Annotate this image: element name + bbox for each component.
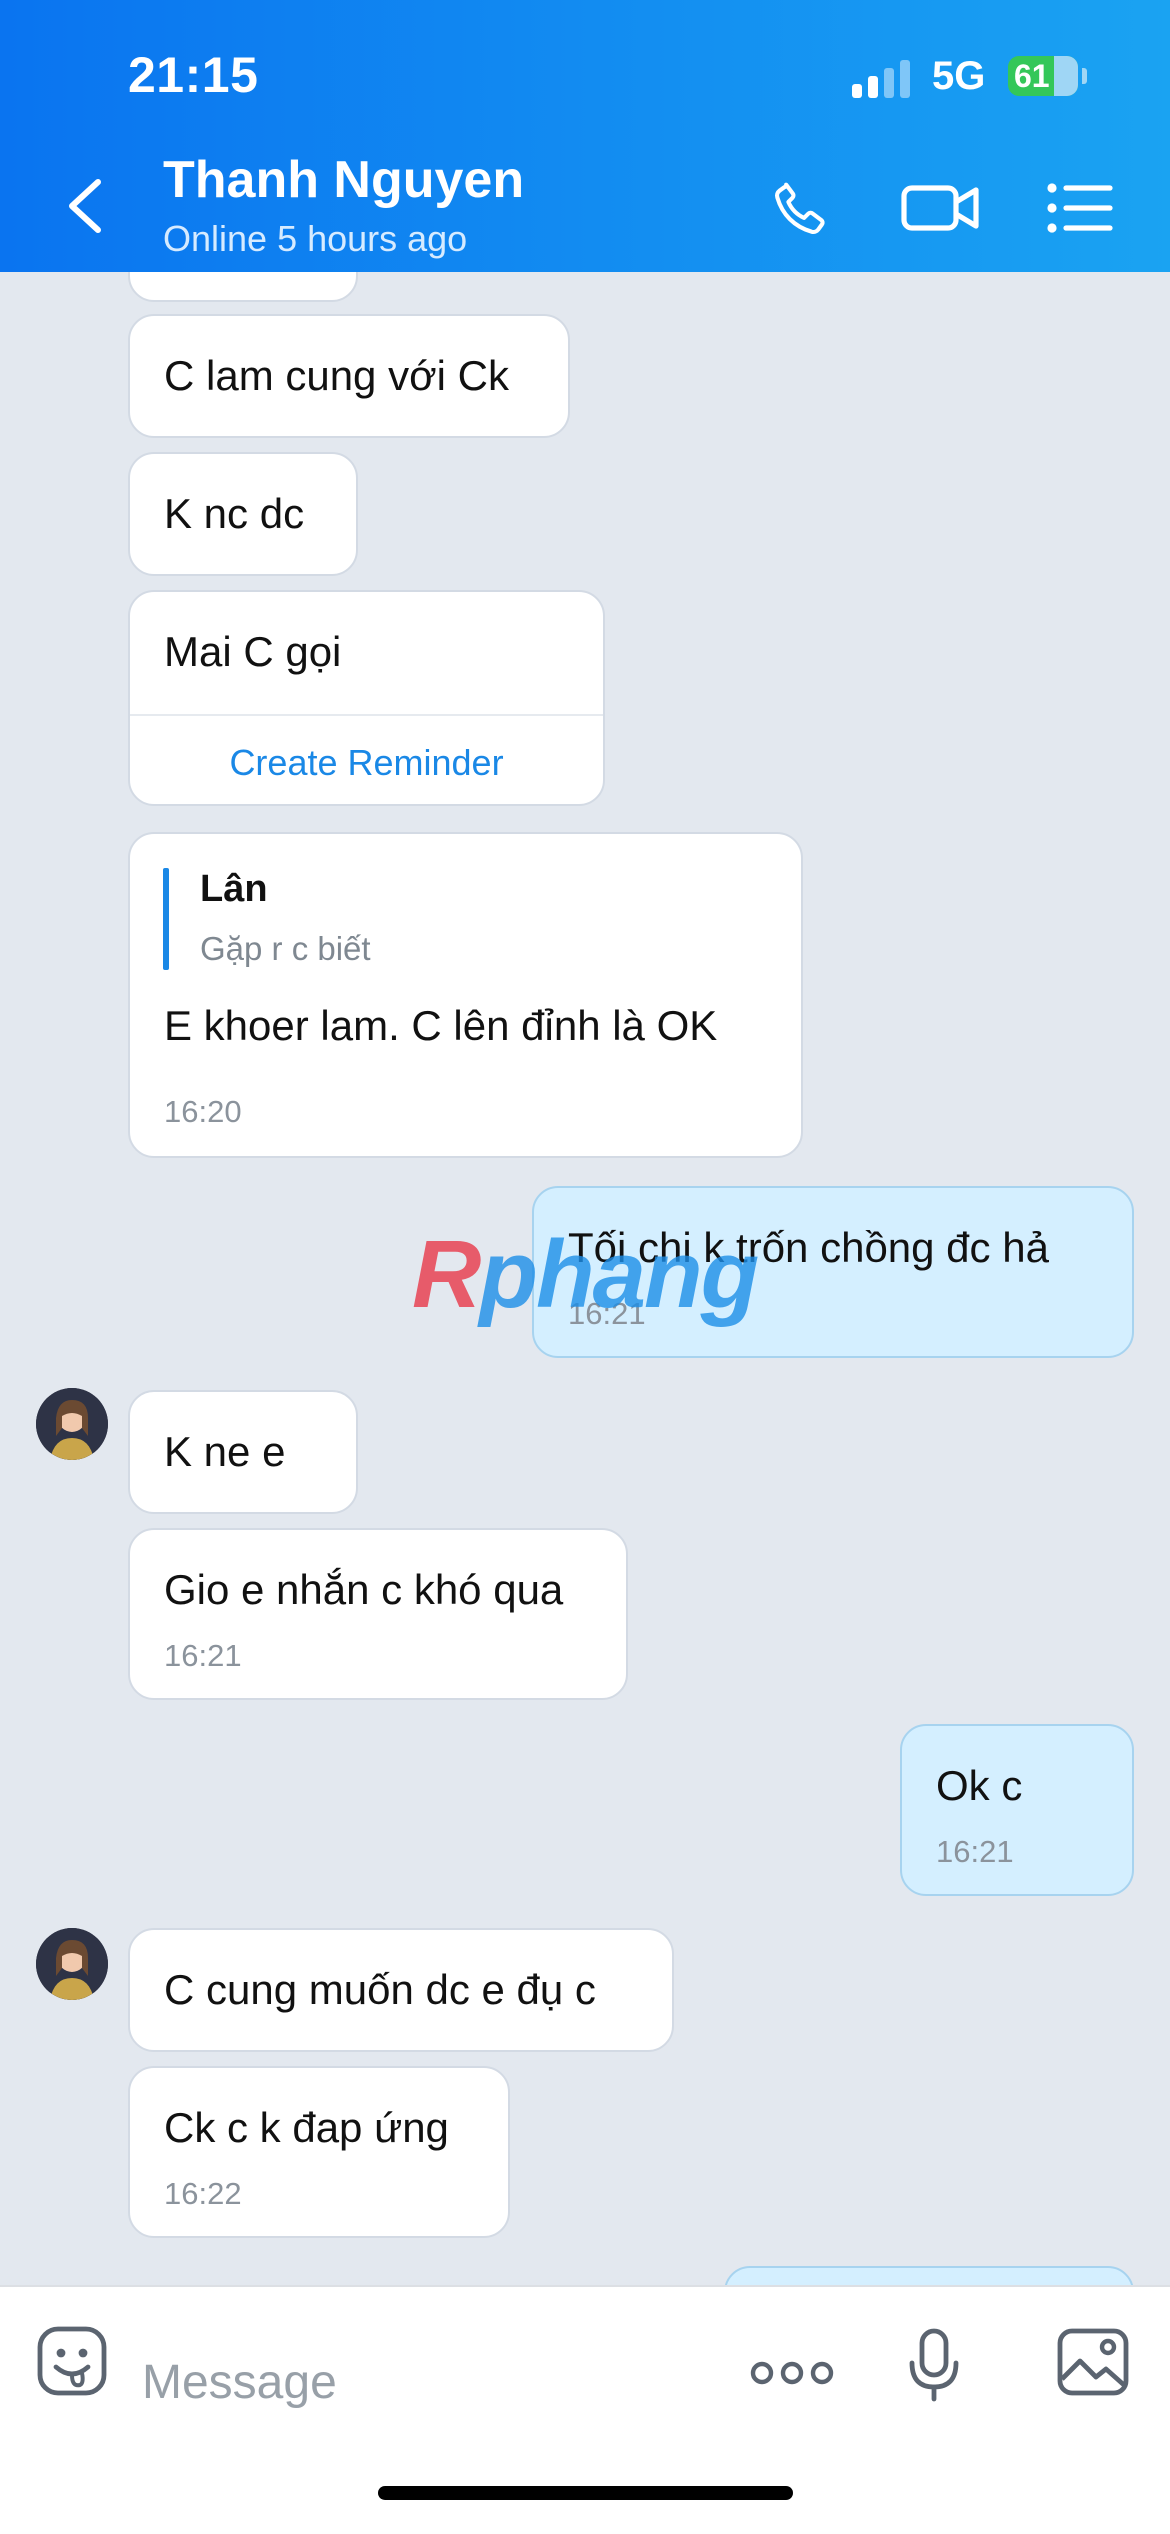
back-icon[interactable] xyxy=(60,176,110,236)
avatar[interactable] xyxy=(36,1388,108,1460)
avatar-image xyxy=(36,1928,108,2000)
message-text: Gio e nhắn c khó qua xyxy=(164,1566,564,1613)
message-bubble-reply[interactable]: Lân Gặp r c biết E khoer lam. C lên đỉnh… xyxy=(128,832,803,1158)
quote-bar xyxy=(163,868,169,970)
message-bubble-sent[interactable]: Ok c 16:21 xyxy=(900,1724,1134,1896)
message-bubble-received[interactable]: C lam cung với Ck xyxy=(128,314,570,438)
status-time: 21:15 xyxy=(128,47,259,103)
message-text: Mai C gọi xyxy=(164,628,342,675)
message-text: E khoer lam. C lên đỉnh là OK xyxy=(164,1002,718,1049)
message-input[interactable] xyxy=(140,2345,704,2419)
quote-author: Lân xyxy=(200,868,268,910)
message-bubble-received[interactable]: Gio e nhắn c khó qua 16:21 xyxy=(128,1528,628,1700)
phone-icon[interactable] xyxy=(768,175,834,241)
message-time: 16:21 xyxy=(164,1638,242,1673)
message-bubble-received[interactable]: Ck c k đap ứng 16:22 xyxy=(128,2066,510,2238)
network-type: 5G xyxy=(932,54,986,98)
image-gallery-icon[interactable] xyxy=(1056,2327,1130,2397)
message-text: Ok c xyxy=(936,1762,1023,1809)
message-bubble-received[interactable]: K ne e xyxy=(128,1390,358,1514)
message-bubble-received[interactable]: C cung muốn dc e đụ c xyxy=(128,1928,674,2052)
message-time: 16:22 xyxy=(164,2176,242,2211)
microphone-icon[interactable] xyxy=(906,2327,962,2403)
watermark: Rphang xyxy=(412,1221,759,1328)
menu-list-icon[interactable] xyxy=(1044,175,1114,241)
message-text: C cung muốn dc e đụ c xyxy=(164,1966,596,2013)
sticker-icon[interactable] xyxy=(36,2325,108,2397)
create-reminder-link[interactable]: Create Reminder xyxy=(130,742,603,784)
avatar[interactable] xyxy=(36,1928,108,2000)
message-bubble-received[interactable]: Mai C gọi Create Reminder xyxy=(128,590,605,806)
avatar-image xyxy=(36,1388,108,1460)
message-bubble-received[interactable]: K nc dc xyxy=(128,452,358,576)
chat-header: 21:15 5G 61 Thanh Nguyen Online 5 hours … xyxy=(0,0,1170,272)
message-bubble-partial[interactable] xyxy=(724,2266,1134,2285)
message-time: 16:20 xyxy=(164,1094,242,1129)
contact-status: Online 5 hours ago xyxy=(163,218,468,259)
message-time: 16:21 xyxy=(936,1834,1014,1869)
battery-indicator: 61 xyxy=(1008,56,1078,96)
quote-text: Gặp r c biết xyxy=(200,930,371,967)
video-call-icon[interactable] xyxy=(900,175,980,241)
battery-level: 61 xyxy=(1014,58,1050,94)
message-text: K nc dc xyxy=(164,490,305,537)
message-text: Ck c k đap ứng xyxy=(164,2104,449,2151)
message-text: C lam cung với Ck xyxy=(164,352,509,399)
message-text: K ne e xyxy=(164,1428,286,1475)
contact-name[interactable]: Thanh Nguyen xyxy=(163,150,524,210)
message-bubble-partial[interactable] xyxy=(128,272,358,302)
more-icon[interactable] xyxy=(750,2353,834,2393)
home-indicator[interactable] xyxy=(378,2486,793,2500)
signal-icon xyxy=(852,60,910,98)
